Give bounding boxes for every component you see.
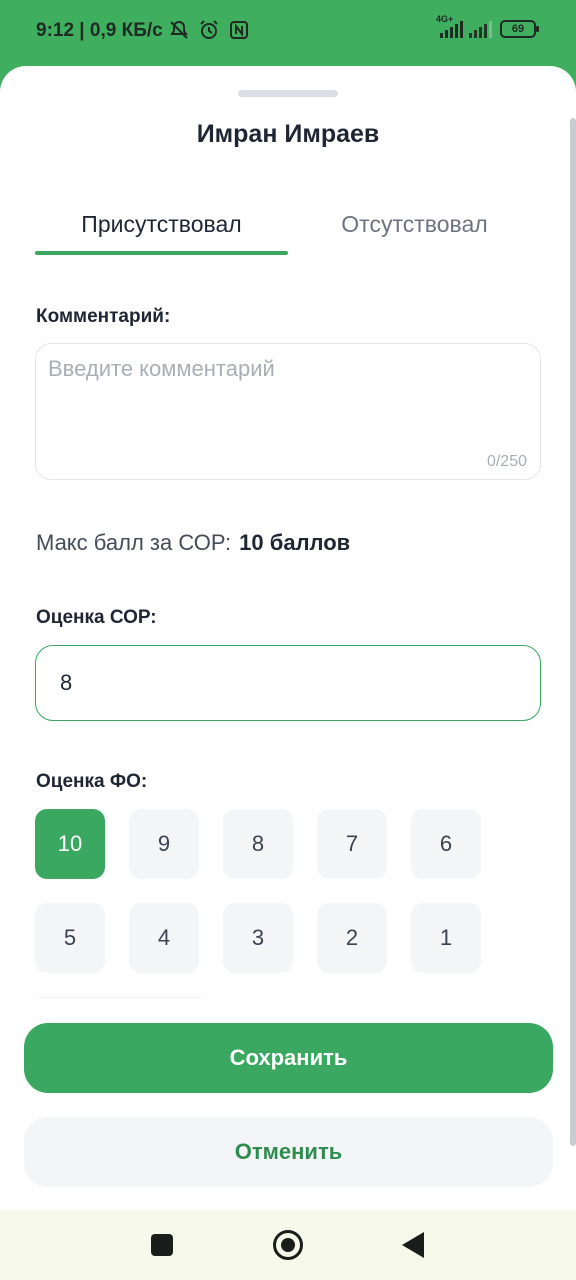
tab-active-indicator	[35, 251, 288, 255]
nfc-icon	[228, 19, 250, 41]
mute-bell-icon	[168, 19, 190, 41]
fo-option-9[interactable]: 9	[129, 809, 199, 879]
student-name-title: Имран Имраев	[196, 120, 380, 148]
network-type: 4G+	[436, 14, 454, 24]
fo-score-grid: 10 9 8 7 6 5 4 3 2 1	[35, 809, 495, 1009]
system-nav-bar	[0, 1210, 576, 1280]
fo-option-8[interactable]: 8	[223, 809, 293, 879]
scrolled-content-edge	[35, 997, 205, 1003]
battery-icon: 69	[500, 20, 539, 38]
comment-char-counter: 0/250	[486, 453, 527, 470]
tab-absent[interactable]: Отсутствовал	[288, 206, 541, 256]
home-circle-icon[interactable]	[273, 1230, 303, 1260]
tab-present[interactable]: Присутствовал	[35, 206, 288, 256]
signal-group: 4G+	[436, 14, 492, 38]
status-time: 9:12 | 0,9 КБ/с	[36, 20, 163, 41]
attendance-tabs: Присутствовал Отсутствовал	[35, 206, 541, 256]
recents-square-icon[interactable]	[151, 1234, 173, 1256]
sor-score-label: Оценка СОР:	[36, 607, 157, 628]
drag-handle[interactable]	[238, 90, 338, 97]
sor-score-field	[35, 645, 541, 721]
max-score-label: Макс балл за СОР:	[36, 530, 232, 555]
cancel-button[interactable]: Отменить	[24, 1117, 553, 1187]
save-button[interactable]: Сохранить	[24, 1023, 553, 1093]
fo-option-1[interactable]: 1	[411, 903, 481, 973]
bottom-sheet: Имран Имраев Присутствовал Отсутствовал …	[0, 66, 576, 1210]
battery-level: 69	[511, 23, 525, 35]
status-notification-icons	[168, 19, 250, 41]
fo-score-label: Оценка ФО:	[36, 771, 148, 792]
fo-option-5[interactable]: 5	[35, 903, 105, 973]
fo-option-6[interactable]: 6	[411, 809, 481, 879]
max-score-value: 10 баллов	[239, 530, 351, 555]
comment-label: Комментарий:	[36, 306, 171, 327]
fo-option-7[interactable]: 7	[317, 809, 387, 879]
sor-score-input[interactable]	[60, 646, 520, 720]
fo-option-3[interactable]: 3	[223, 903, 293, 973]
fo-option-4[interactable]: 4	[129, 903, 199, 973]
scrollbar[interactable]	[570, 118, 576, 1146]
status-system-icons: 4G+ 69	[436, 14, 539, 38]
fo-option-2[interactable]: 2	[317, 903, 387, 973]
max-score-row: Макс балл за СОР: 10 баллов	[36, 530, 350, 556]
comment-field: 0/250	[35, 343, 541, 480]
back-triangle-icon[interactable]	[402, 1232, 424, 1258]
comment-input[interactable]	[48, 356, 528, 446]
status-bar: 9:12 | 0,9 КБ/с 4G+ 69	[0, 0, 576, 64]
fo-option-10[interactable]: 10	[35, 809, 105, 879]
alarm-icon	[198, 19, 220, 41]
signal-strength-2-icon	[469, 20, 492, 38]
